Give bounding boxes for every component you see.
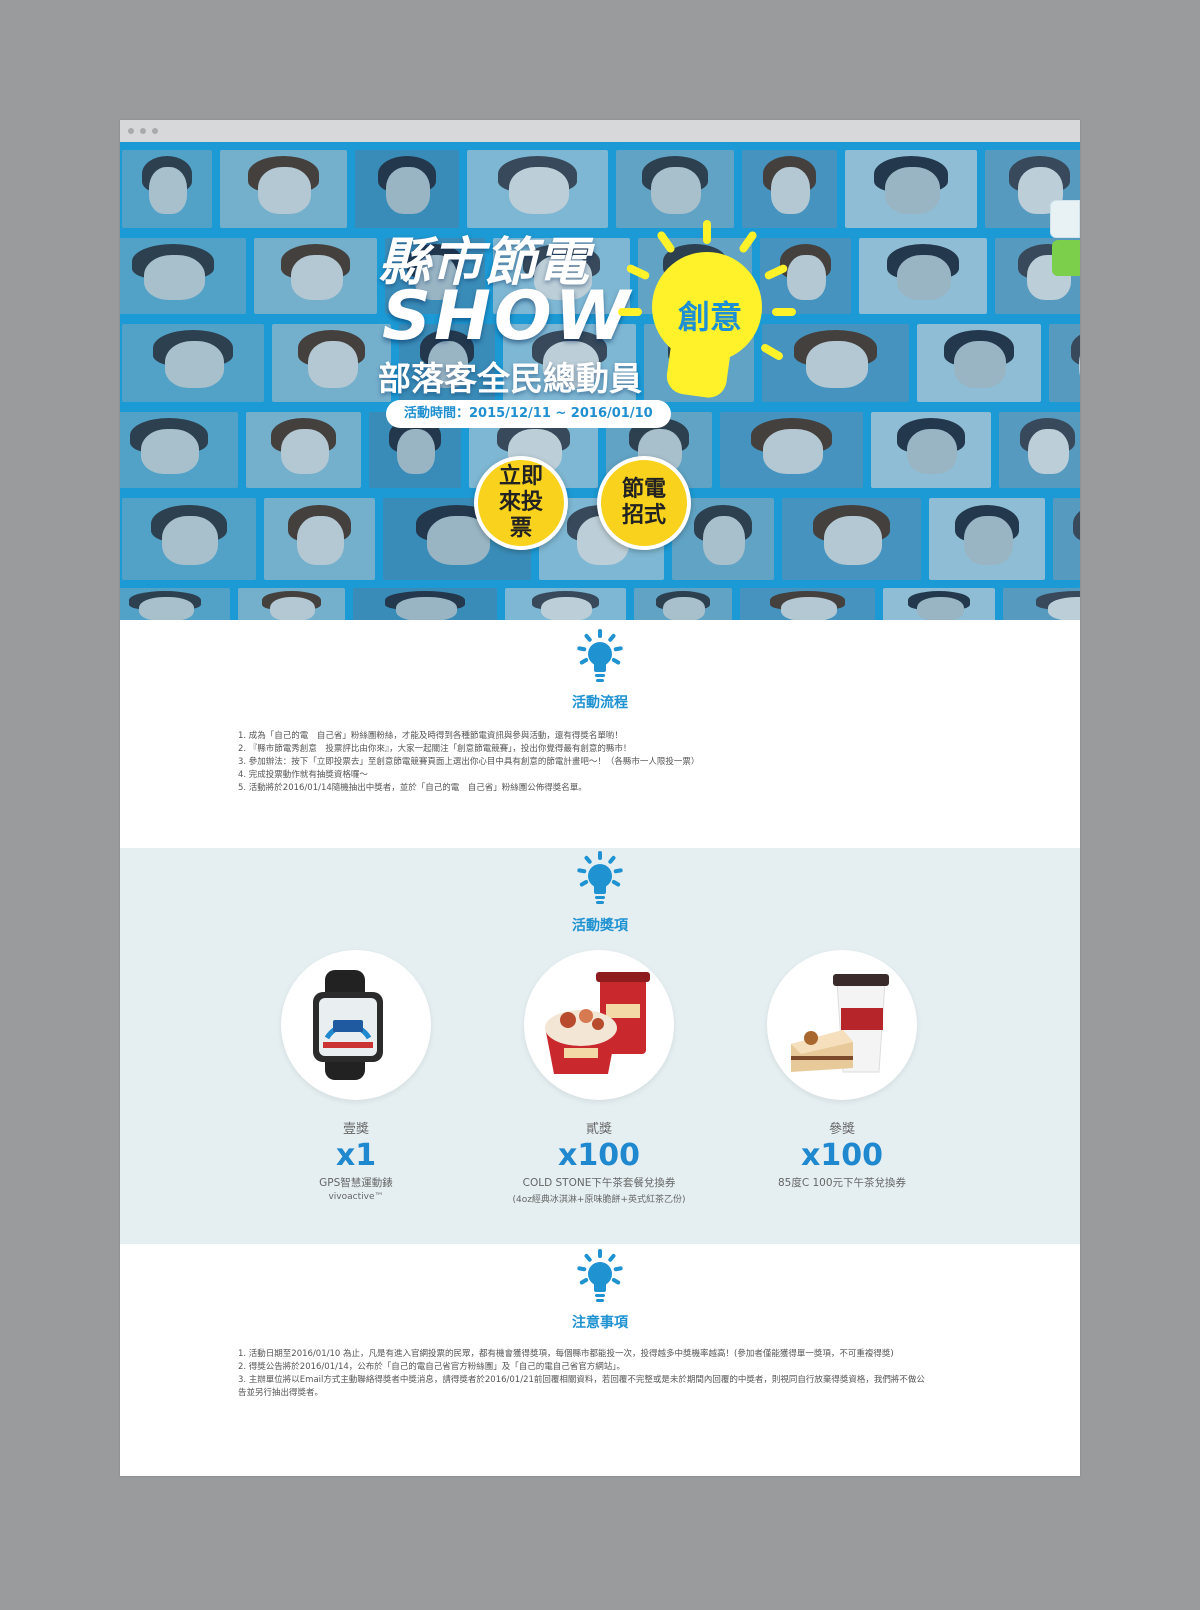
prize-card-second: 貳獎 x100 COLD STONE下午茶套餐兌換券 (4oz經典冰淇淋+原味脆… (489, 950, 709, 1205)
notes-section-title: 注意事項 (572, 1315, 628, 1331)
prize-name: 85度C 100元下午茶兌換券 (777, 1177, 907, 1189)
vote-now-label: 立即來投票 (498, 464, 543, 541)
side-float-ad-tab[interactable] (1052, 240, 1080, 276)
prize-rank: 貳獎 (585, 1122, 612, 1137)
prize-card-third: 參獎 x100 85度C 100元下午茶兌換券 (732, 950, 952, 1192)
bulb-label: 創意 (677, 298, 742, 336)
list-item: 2. 『縣市節電秀創意 投票評比由你來』，大家一起關注「創意節電競賽」，投出你覺… (238, 744, 632, 754)
prize-rank: 壹獎 (342, 1122, 369, 1137)
window-dot-icon (140, 128, 146, 134)
list-item: 3. 參加辦法：按下「立即投票去」至創意節電競賽頁面上選出你心目中具有創意的節電… (238, 757, 700, 767)
prize-name: GPS智慧運動錶 (319, 1177, 393, 1189)
prize-name: COLD STONE下午茶套餐兌換券 (522, 1177, 676, 1189)
prize-quantity: x100 (558, 1138, 640, 1173)
list-item: 4. 完成投票動作就有抽獎資格囉～ (238, 770, 368, 780)
watch-icon (313, 970, 383, 1080)
window-dot-icon (152, 128, 158, 134)
hero-banner: 縣市節電 SHOW 部落客全民總動員 活動時間：2015/12/11 ~ 201… (120, 142, 1080, 620)
browser-toolbar (120, 120, 1080, 142)
lightbulb-icon (577, 1249, 623, 1302)
saving-tips-label: 節電招式 (621, 477, 666, 528)
process-list: 1. 成為「自己的電 自己省」粉絲團粉絲，才能及時得到各種節電資訊與參與活動，還… (238, 730, 699, 795)
ice-cream-icon (545, 972, 650, 1074)
list-item: 1. 成為「自己的電 自己省」粉絲團粉絲，才能及時得到各種節電資訊與參與活動，還… (238, 731, 623, 741)
notes-list: 1. 活動日期至2016/01/10 為止，凡是有進入官網投票的民眾，都有機會獲… (238, 1348, 928, 1400)
cake-coffee-icon (791, 974, 889, 1073)
side-float-tab[interactable] (1050, 200, 1080, 238)
list-item: 3. 主辦單位將以Email方式主動聯絡得獎者中獎消息，請得獎者於2016/01… (238, 1375, 925, 1398)
process-section-title: 活動流程 (572, 695, 628, 711)
saving-tips-button[interactable]: 節電招式 (597, 456, 691, 550)
prize-detail: (4oz經典冰淇淋+原味脆餅+英式紅茶乙份) (512, 1195, 686, 1205)
prize-quantity: x100 (801, 1138, 883, 1173)
lightbulb-icon (577, 851, 623, 904)
vote-now-button[interactable]: 立即來投票 (474, 456, 568, 550)
prize-quantity: x1 (335, 1138, 377, 1173)
browser-window: 縣市節電 SHOW 部落客全民總動員 活動時間：2015/12/11 ~ 201… (120, 120, 1080, 1476)
prize-rank: 參獎 (828, 1122, 855, 1137)
prizes-section-title: 活動獎項 (572, 918, 628, 934)
prize-image (281, 950, 431, 1100)
list-item: 5. 活動將於2016/01/14隨機抽出中獎者，並於「自己的電 自己省」粉絲團… (238, 783, 587, 793)
list-item: 1. 活動日期至2016/01/10 為止，凡是有進入官網投票的民眾，都有機會獲… (238, 1349, 894, 1359)
list-item: 2. 得獎公告將於2016/01/14，公布於「自己的電自己省官方粉絲團」及「自… (238, 1362, 626, 1372)
prize-image (524, 950, 674, 1100)
prize-image (767, 950, 917, 1100)
hero-subtitle: 部落客全民總動員 (378, 359, 642, 398)
event-date-badge: 活動時間：2015/12/11 ~ 2016/01/10 (386, 400, 671, 428)
window-dot-icon (128, 128, 134, 134)
prize-card-first: 壹獎 x1 GPS智慧運動錶 vivoactive™ (246, 950, 466, 1202)
hero-title-show: SHOW (382, 277, 633, 356)
prize-detail: vivoactive™ (328, 1192, 384, 1202)
lightbulb-icon (577, 629, 623, 682)
